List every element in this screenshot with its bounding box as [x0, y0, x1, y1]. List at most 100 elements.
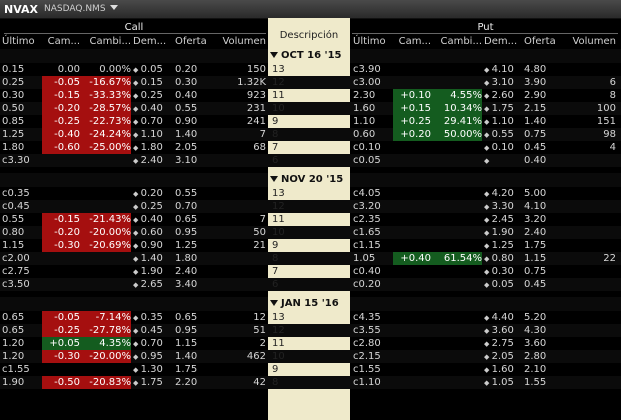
put-col-header[interactable]: Cambi... — [431, 36, 482, 48]
call-last-cell: 0.50 — [2, 103, 25, 114]
put-last-cell: 1.10 — [353, 116, 376, 127]
table-row[interactable]: c0.45 ◆ 0.25 0.70 c3.20 ◆ 3.30 4.10 12 — [0, 200, 621, 213]
call-last-cell: 0.65 — [2, 312, 25, 323]
put-pct-cell — [431, 187, 482, 200]
put-last-cell: c1.15 — [353, 240, 381, 251]
put-pct-cell — [431, 337, 482, 350]
expiry-header[interactable]: JAN 15 '16 — [270, 298, 339, 309]
table-row[interactable]: 0.85 -0.25 -22.73% ◆ 0.70 0.90 241 1.10 +0.25 29… — [0, 115, 621, 128]
table-row[interactable]: 1.80 -0.60 -25.00% ◆ 1.80 2.05 68 c0.10 ◆ 0.10 0… — [0, 141, 621, 154]
call-col-header[interactable]: Cambi... — [80, 36, 131, 48]
call-col-header[interactable]: Cam... — [42, 36, 80, 48]
put-ask-cell: 0.40 — [524, 155, 547, 166]
put-pct-cell — [431, 324, 482, 337]
call-vol-cell — [212, 252, 266, 265]
put-vol-cell — [560, 350, 616, 363]
put-ask-cell: 3.90 — [524, 77, 547, 88]
table-row[interactable]: c2.00 ◆ 1.40 1.80 1.05 +0.40 61.54% ◆ 0.80 1.15… — [0, 252, 621, 265]
expiry-separator: OCT 16 '15 — [0, 49, 621, 63]
table-row[interactable]: c3.50 ◆ 2.65 3.40 c0.20 ◆ 0.05 0.45 6 — [0, 278, 621, 291]
put-ask-cell: 5.20 — [524, 312, 547, 323]
put-last-cell: c0.10 — [353, 142, 381, 153]
expiry-separator: JAN 15 '16 — [0, 297, 621, 311]
table-row[interactable]: 0.25 -0.05 -16.67% ◆ 0.15 0.30 1.32K c3.00 ◆ 3.… — [0, 76, 621, 89]
put-bid-value: 3.10 — [491, 77, 514, 88]
call-col-header[interactable]: Oferta — [175, 36, 209, 48]
table-row[interactable]: c0.35 ◆ 0.20 0.55 c4.05 ◆ 4.20 5.00 13 — [0, 187, 621, 200]
put-ask-cell: 1.40 — [524, 116, 547, 127]
table-row[interactable]: 0.65 -0.05 -7.14% ◆ 0.35 0.65 12 c4.35 ◆ 4.40 5.… — [0, 311, 621, 324]
put-ask-cell: 0.75 — [524, 266, 547, 277]
bid-diamond-icon: ◆ — [484, 353, 492, 361]
call-vol-cell: 241 — [246, 116, 266, 127]
put-last-cell: c0.40 — [353, 266, 381, 277]
table-row[interactable]: 1.90 -0.50 -20.83% ◆ 1.75 2.20 42 c1.10 ◆ 1.05 1… — [0, 376, 621, 389]
table-row[interactable]: c2.75 ◆ 1.90 2.40 c0.40 ◆ 0.30 0.75 7 — [0, 265, 621, 278]
call-bid-cell: ◆ 0.40 — [133, 102, 173, 115]
call-chg-cell: -0.05 — [54, 77, 80, 88]
bid-diamond-icon: ◆ — [133, 66, 141, 74]
table-row[interactable]: 0.80 -0.20 -20.00% ◆ 0.60 0.95 50 c1.65 ◆ 1.90 2… — [0, 226, 621, 239]
table-row[interactable]: 1.20 -0.30 -20.00% ◆ 0.95 1.40 462 c2.15 ◆ 2.05… — [0, 350, 621, 363]
bid-diamond-icon: ◆ — [484, 92, 492, 100]
collapse-triangle-icon[interactable] — [270, 176, 278, 182]
call-last-cell: c1.55 — [2, 364, 30, 375]
call-pct-cell: -27.78% — [89, 325, 131, 336]
call-bid-value: 0.90 — [140, 240, 163, 251]
strike-cell: 11 — [272, 214, 285, 225]
put-chg-cell — [393, 337, 431, 350]
call-last-cell: 1.80 — [2, 142, 25, 153]
table-row[interactable]: 0.15 0.00 0.00% ◆ 0.05 0.20 150 c3.90 ◆ 4.10 4.8… — [0, 63, 621, 76]
call-bid-value: 0.25 — [140, 201, 163, 212]
bid-diamond-icon: ◆ — [484, 327, 492, 335]
put-bid-value: 1.05 — [491, 377, 514, 388]
call-last-cell: 1.25 — [2, 129, 25, 140]
table-row[interactable]: 0.30 -0.15 -33.33% ◆ 0.25 0.40 923 2.30 +0.10 4.… — [0, 89, 621, 102]
put-col-header[interactable]: Volumen — [560, 36, 616, 48]
call-col-header[interactable]: Último — [2, 36, 42, 48]
separator-bar — [350, 173, 621, 187]
call-col-header[interactable]: Dem... — [133, 36, 173, 48]
strike-cell: 7 — [272, 142, 279, 153]
call-col-header[interactable]: Volumen — [212, 36, 266, 48]
bid-diamond-icon: ◆ — [133, 157, 141, 165]
table-row[interactable]: c1.55 ◆ 1.30 1.75 c1.55 ◆ 1.60 2.10 9 — [0, 363, 621, 376]
call-vol-cell: 68 — [253, 142, 266, 153]
call-chg-cell: -0.30 — [54, 240, 80, 251]
symbol-dropdown-icon[interactable] — [110, 5, 118, 10]
expiry-header[interactable]: OCT 16 '15 — [270, 50, 342, 61]
put-col-header[interactable]: Oferta — [524, 36, 558, 48]
table-row[interactable]: 0.65 -0.25 -27.78% ◆ 0.45 0.95 51 c3.55 ◆ 3.60 4… — [0, 324, 621, 337]
put-ask-cell: 4.30 — [524, 325, 547, 336]
call-last-cell: c2.00 — [2, 253, 30, 264]
bid-diamond-icon: ◆ — [484, 340, 492, 348]
table-row[interactable]: 0.55 -0.15 -21.43% ◆ 0.40 0.65 7 c2.35 ◆ 2.45 3.… — [0, 213, 621, 226]
table-row[interactable]: 1.15 -0.30 -20.69% ◆ 0.90 1.25 21 c1.15 ◆ 1.25 1… — [0, 239, 621, 252]
bid-diamond-icon: ◆ — [484, 216, 492, 224]
description-header: Descripción — [279, 30, 339, 41]
table-row[interactable]: 0.50 -0.20 -28.57% ◆ 0.40 0.55 231 1.60 +0.15 10… — [0, 102, 621, 115]
table-row[interactable]: 1.25 -0.40 -24.24% ◆ 1.10 1.40 7 0.60 +0.20 50.0… — [0, 128, 621, 141]
put-chg-cell: +0.15 — [400, 103, 431, 114]
call-bid-cell: ◆ 1.90 — [133, 265, 173, 278]
collapse-triangle-icon[interactable] — [270, 300, 278, 306]
table-row[interactable]: c3.30 ◆ 2.40 3.10 c0.05 ◆ 0.40 6 — [0, 154, 621, 167]
strike-cell: 11 — [272, 90, 285, 101]
collapse-triangle-icon[interactable] — [270, 52, 278, 58]
expiry-header[interactable]: NOV 20 '15 — [270, 174, 343, 185]
put-vol-cell — [560, 213, 616, 226]
call-ask-cell: 2.20 — [175, 377, 198, 388]
put-col-header[interactable]: Dem... — [484, 36, 524, 48]
call-vol-cell: 7 — [259, 129, 266, 140]
call-chg-cell — [42, 187, 80, 200]
call-bid-cell: ◆ 2.65 — [133, 278, 173, 291]
table-row[interactable]: 1.20 +0.05 4.35% ◆ 0.70 1.15 2 c2.80 ◆ 2.75 3.60… — [0, 337, 621, 350]
separator-bar — [0, 49, 268, 63]
put-last-cell: 1.60 — [353, 103, 376, 114]
put-col-header[interactable]: Cam... — [393, 36, 431, 48]
put-col-header[interactable]: Último — [353, 36, 393, 48]
call-vol-cell — [212, 278, 266, 291]
call-vol-cell — [212, 154, 266, 167]
call-bid-value: 0.35 — [140, 312, 163, 323]
put-bid-cell: ◆ 1.25 — [484, 239, 524, 252]
